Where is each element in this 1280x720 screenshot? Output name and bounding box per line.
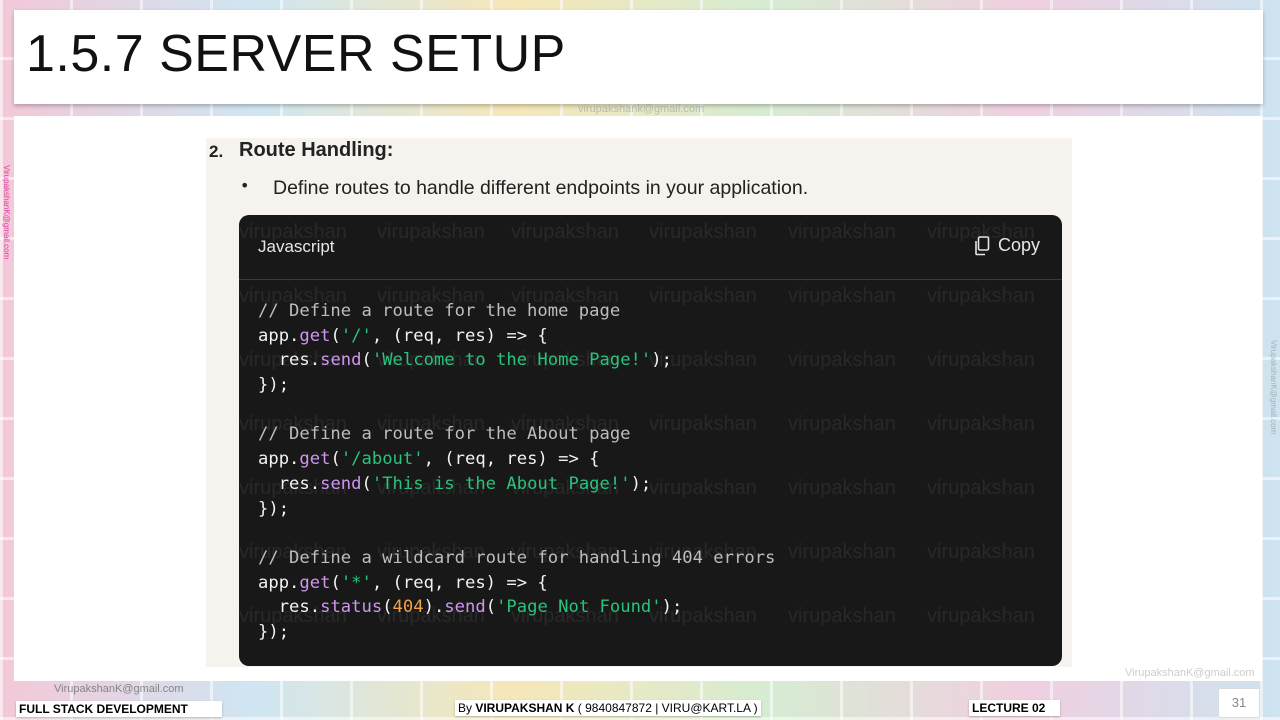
code-token: ( bbox=[330, 572, 341, 593]
code-line: app.get('*', (req, res) => { bbox=[258, 571, 775, 596]
code-line: res.status(404).send('Page Not Found'); bbox=[258, 595, 775, 620]
footer-lecture-label: LECTURE 02 bbox=[969, 700, 1060, 716]
slide-title-bar: 1.5.7 SERVER SETUP bbox=[14, 10, 1263, 104]
code-token: , (req, res) => { bbox=[371, 572, 548, 593]
side-email-watermark-left: VirupakshanK@gmail.com bbox=[2, 165, 11, 260]
code-line: }); bbox=[258, 373, 775, 398]
footer-watermark-right: VirupakshanK@gmail.com bbox=[1125, 667, 1255, 679]
code-token: ( bbox=[382, 597, 393, 618]
code-token: app. bbox=[258, 449, 300, 470]
copy-button[interactable]: Copy bbox=[974, 235, 1040, 256]
code-token: }); bbox=[258, 621, 290, 642]
code-token: status bbox=[320, 597, 383, 618]
code-token: '*' bbox=[340, 572, 372, 593]
code-body: // Define a route for the home page app.g… bbox=[258, 299, 775, 645]
code-token: ( bbox=[361, 473, 372, 494]
code-token: , (req, res) => { bbox=[371, 325, 548, 346]
code-token: get bbox=[299, 449, 331, 470]
slide-content-area: 2. Route Handling: • Define routes to ha… bbox=[14, 116, 1262, 681]
code-token: ); bbox=[630, 473, 652, 494]
code-token: app. bbox=[258, 572, 300, 593]
code-token: res. bbox=[258, 473, 321, 494]
slide-title: 1.5.7 SERVER SETUP bbox=[26, 25, 566, 83]
code-line: res.send('This is the About Page!'); bbox=[258, 472, 775, 497]
code-token: 404 bbox=[392, 597, 424, 618]
code-line: app.get('/about', (req, res) => { bbox=[258, 447, 775, 472]
code-token: ); bbox=[661, 597, 683, 618]
code-line: }); bbox=[258, 620, 775, 645]
bullet-marker: • bbox=[240, 176, 250, 195]
code-token: , (req, res) => { bbox=[423, 449, 600, 470]
code-token: ( bbox=[485, 597, 497, 618]
code-token: send bbox=[320, 350, 362, 371]
bullet-text: Define routes to handle different endpoi… bbox=[273, 177, 809, 199]
code-watermark: virupakshan bbox=[927, 477, 1035, 499]
code-token: // Define a wildcard route for handling … bbox=[258, 547, 776, 568]
code-token: get bbox=[299, 572, 331, 593]
code-token: '/about' bbox=[340, 449, 424, 470]
document-screenshot: 2. Route Handling: • Define routes to ha… bbox=[206, 138, 1072, 667]
code-watermark: virupakshan bbox=[927, 605, 1035, 627]
side-email-watermark-right: VirupakshanK@gmail.com bbox=[1269, 340, 1278, 435]
code-block: virupakshan virupakshan virupakshan virupak… bbox=[239, 215, 1062, 666]
code-watermark: virupakshan bbox=[788, 349, 896, 371]
title-watermark: virupakshank@gmail.com bbox=[578, 103, 705, 115]
code-watermark: virupakshan bbox=[788, 477, 896, 499]
code-watermark: virupakshan bbox=[927, 413, 1035, 435]
code-token: 'Page Not Found' bbox=[496, 597, 662, 618]
code-token: // Define a route for the home page bbox=[258, 301, 621, 321]
code-watermark: virupakshan bbox=[788, 285, 896, 307]
code-watermark: virupakshan bbox=[788, 541, 896, 563]
copy-label: Copy bbox=[997, 235, 1040, 255]
code-token: }); bbox=[258, 498, 290, 519]
code-watermark: virupakshan bbox=[788, 605, 896, 627]
code-token: app. bbox=[258, 325, 300, 346]
code-watermark: virupakshan bbox=[927, 349, 1035, 371]
code-token: ). bbox=[423, 597, 445, 618]
footer-course-label: FULL STACK DEVELOPMENT bbox=[16, 701, 222, 717]
code-line: app.get('/', (req, res) => { bbox=[258, 324, 775, 349]
code-line: }); bbox=[258, 497, 775, 522]
code-language-label: Javascript bbox=[258, 237, 335, 256]
code-token: '/' bbox=[340, 325, 372, 346]
code-token: 'This is the About Page!' bbox=[371, 473, 631, 494]
code-line: // Define a route for the home page bbox=[258, 299, 775, 324]
code-line: // Define a wildcard route for handling … bbox=[258, 546, 775, 571]
code-watermark: virupakshan bbox=[788, 413, 896, 435]
code-token: ); bbox=[651, 350, 672, 371]
footer-author-info: By VIRUPAKSHAN K ( 9840847872 | VIRU@KAR… bbox=[455, 700, 761, 716]
author-name: VIRUPAKSHAN K bbox=[475, 701, 575, 715]
code-token: ( bbox=[330, 325, 341, 346]
author-prefix: By bbox=[458, 701, 476, 715]
code-token: // Define a route for the About page bbox=[258, 424, 631, 445]
code-token: send bbox=[444, 597, 486, 618]
page-number: 31 bbox=[1218, 688, 1260, 718]
code-token: 'Welcome to the Home Page!' bbox=[371, 350, 652, 371]
code-watermark: virupakshan bbox=[927, 285, 1035, 307]
code-token: get bbox=[299, 325, 331, 346]
code-token: res. bbox=[258, 350, 321, 371]
code-token: }); bbox=[258, 375, 290, 396]
code-line: res.send('Welcome to the Home Page!'); bbox=[258, 348, 775, 373]
author-contact: ( 9840847872 | VIRU@KART.LA ) bbox=[574, 701, 758, 715]
code-token: send bbox=[320, 473, 362, 494]
code-token: ( bbox=[361, 350, 372, 371]
footer-watermark-left: VirupakshanK@gmail.com bbox=[54, 683, 184, 695]
section-heading: Route Handling: bbox=[239, 139, 394, 161]
code-block-header: Javascript Copy bbox=[239, 215, 1062, 280]
code-watermark: virupakshan bbox=[927, 541, 1035, 563]
code-line: // Define a route for the About page bbox=[258, 422, 775, 447]
code-token: res. bbox=[258, 597, 321, 618]
section-number: 2. bbox=[209, 142, 224, 161]
copy-icon bbox=[975, 235, 990, 255]
code-token: ( bbox=[330, 449, 341, 470]
